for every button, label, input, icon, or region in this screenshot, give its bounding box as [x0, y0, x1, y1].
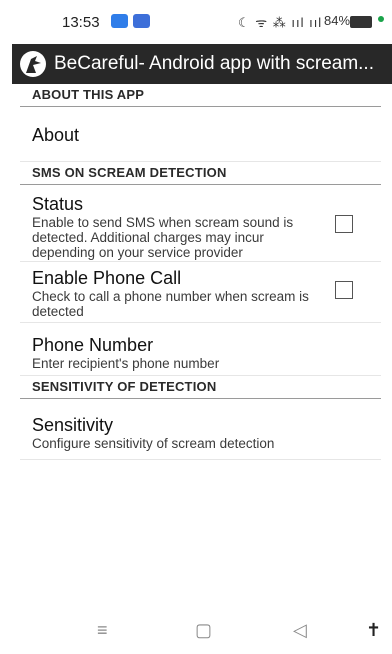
pref-sensitivity-title: Sensitivity: [32, 415, 114, 435]
pref-call-summary: Check to call a phone number when scream…: [32, 289, 309, 319]
status-time: 13:53: [62, 14, 100, 31]
pref-phone-title: Phone Number: [32, 335, 154, 355]
recent-apps-button[interactable]: ≡: [97, 620, 108, 641]
status-dot-icon: [378, 16, 384, 22]
status-bar: 13:53 ☾ ᯤ ⁂ ııl ııl 84%: [0, 0, 392, 44]
pref-sensitivity[interactable]: Sensitivity Configure sensitivity of scr…: [20, 399, 381, 460]
app-bar: BeCareful- Android app with scream...: [12, 44, 392, 84]
navigation-bar: ≡ ▢ ◁ ✝: [0, 612, 392, 654]
battery-percent: 84%: [324, 13, 351, 28]
pref-call-title: Enable Phone Call: [32, 268, 182, 288]
home-button[interactable]: ▢: [195, 620, 212, 641]
pref-phone-number[interactable]: Phone Number Enter recipient's phone num…: [20, 323, 381, 376]
preferences-list: ABOUT THIS APP About SMS ON SCREAM DETEC…: [20, 84, 381, 460]
section-header-sms: SMS ON SCREAM DETECTION: [20, 162, 381, 185]
accessibility-icon[interactable]: ✝: [366, 620, 381, 641]
notification-app-icon: [111, 14, 128, 28]
pref-phone-summary: Enter recipient's phone number: [32, 356, 220, 371]
signal-icons: ☾ ᯤ ⁂ ııl ııl: [238, 15, 323, 30]
section-header-about: ABOUT THIS APP: [20, 84, 381, 107]
pref-about-title: About: [32, 125, 80, 145]
back-button[interactable]: ◁: [293, 620, 307, 641]
app-logo-icon: [20, 51, 46, 77]
pref-sensitivity-summary: Configure sensitivity of scream detectio…: [32, 436, 275, 451]
notification-message-icon: [133, 14, 150, 28]
section-header-sensitivity: SENSITIVITY OF DETECTION: [20, 376, 381, 399]
pref-status-title: Status: [32, 194, 84, 214]
app-title: BeCareful- Android app with scream...: [54, 53, 374, 74]
battery-icon: [350, 16, 372, 28]
pref-about[interactable]: About: [20, 107, 381, 162]
pref-status-summary: Enable to send SMS when scream sound is …: [32, 215, 294, 260]
status-checkbox[interactable]: [335, 215, 353, 233]
pref-status[interactable]: Status Enable to send SMS when scream so…: [20, 185, 381, 262]
phone-call-checkbox[interactable]: [335, 281, 353, 299]
pref-enable-phone-call[interactable]: Enable Phone Call Check to call a phone …: [20, 262, 381, 323]
